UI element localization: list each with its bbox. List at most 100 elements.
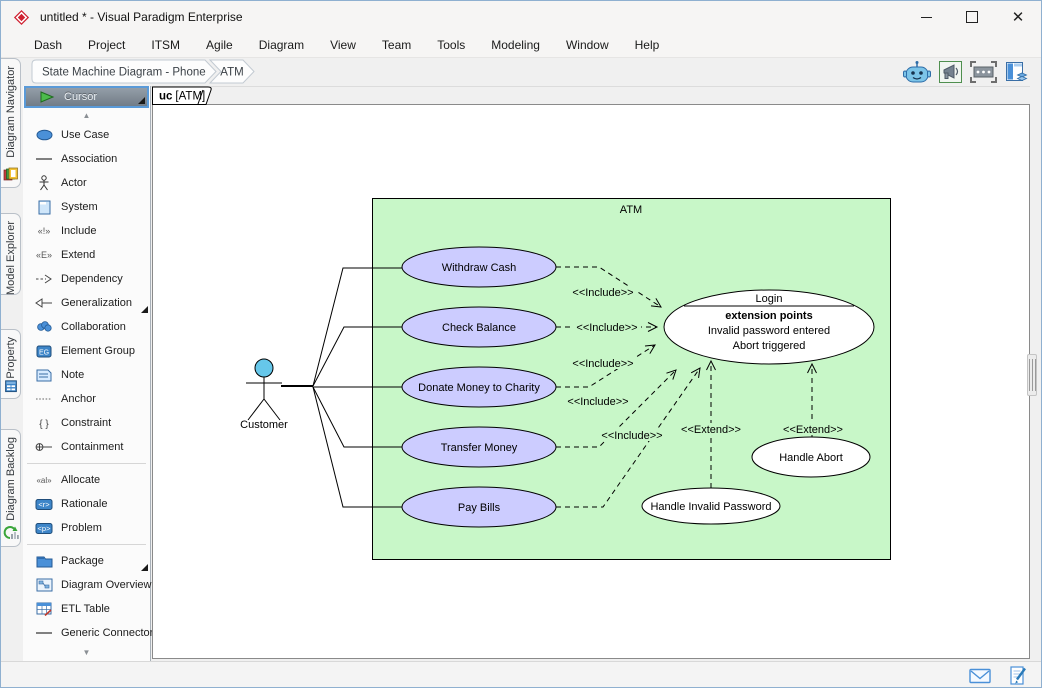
breadcrumb-segment-label[interactable]: State Machine Diagram - Phone: [42, 67, 206, 79]
side-tab-model-explorer[interactable]: Model Explorer: [1, 213, 21, 295]
cursor-icon: [39, 89, 55, 105]
palette-item-extend[interactable]: «E» Extend: [23, 243, 150, 267]
palette-item-allocate[interactable]: «al» Allocate: [23, 468, 150, 492]
palette-item-use-case[interactable]: Use Case: [23, 123, 150, 147]
palette-item-collaboration[interactable]: Collaboration: [23, 315, 150, 339]
element-group-icon: EG: [36, 345, 52, 358]
svg-text:Transfer Money: Transfer Money: [441, 442, 518, 454]
palette-item-actor[interactable]: Actor: [23, 171, 150, 195]
palette-scroll-up[interactable]: ▲: [23, 108, 150, 123]
palette-item-label: Cursor: [64, 91, 97, 103]
diagram-canvas[interactable]: uc[ATM] ATM Customer: [152, 86, 1030, 659]
mail-icon[interactable]: [969, 668, 991, 684]
palette-item-diagram-overview[interactable]: Diagram Overview: [23, 573, 150, 597]
panel-resize-grip[interactable]: [1027, 354, 1037, 396]
menu-item-team[interactable]: Team: [369, 38, 424, 52]
palette-item-constraint[interactable]: { } Constraint: [23, 411, 150, 435]
include-label: <<Include>>: [601, 430, 662, 442]
use-case-handle-abort[interactable]: Handle Abort: [752, 437, 870, 477]
svg-text:Invalid password entered: Invalid password entered: [708, 325, 830, 337]
menu-item-tools[interactable]: Tools: [424, 38, 478, 52]
palette-item-generalization[interactable]: Generalization: [23, 291, 150, 315]
palette-divider: [23, 459, 150, 468]
svg-text:Pay Bills: Pay Bills: [458, 502, 501, 514]
palette-item-include[interactable]: «!» Include: [23, 219, 150, 243]
use-case-login[interactable]: Login extension points Invalid password …: [664, 290, 874, 364]
side-tab-diagram-navigator[interactable]: Diagram Navigator: [1, 58, 21, 188]
palette-item-note[interactable]: Note: [23, 363, 150, 387]
include-icon: «!»: [34, 225, 54, 237]
panel-layout-icon[interactable]: [1005, 61, 1029, 83]
system-icon: [38, 200, 51, 215]
use-case-transfer-money[interactable]: Transfer Money: [402, 427, 556, 467]
palette-item-containment[interactable]: Containment: [23, 435, 150, 459]
svg-text:Login: Login: [756, 293, 783, 305]
palette-scroll-down[interactable]: ▼: [23, 645, 150, 660]
use-case-withdraw-cash[interactable]: Withdraw Cash: [402, 247, 556, 287]
palette-item-package[interactable]: Package: [23, 549, 150, 573]
palette-item-anchor[interactable]: Anchor: [23, 387, 150, 411]
side-tab-label: Property: [5, 337, 17, 379]
use-case-check-balance[interactable]: Check Balance: [402, 307, 556, 347]
package-icon: [36, 554, 53, 568]
svg-text:<r>: <r>: [38, 500, 50, 509]
side-tab-label: Diagram Navigator: [5, 66, 17, 158]
use-case-donate-money[interactable]: Donate Money to Charity: [402, 367, 556, 407]
edit-document-icon[interactable]: [1009, 666, 1027, 685]
diagram-overview-icon: [36, 578, 53, 592]
filmstrip-selection-icon[interactable]: [970, 61, 997, 83]
include-label: <<Include>>: [576, 322, 637, 334]
palette-item-problem[interactable]: <p> Problem: [23, 516, 150, 540]
use-case-handle-invalid-password[interactable]: Handle Invalid Password: [642, 488, 780, 524]
menu-item-window[interactable]: Window: [553, 38, 622, 52]
maximize-button[interactable]: [949, 1, 995, 33]
problem-icon: <p>: [35, 522, 53, 535]
close-button[interactable]: ✕: [995, 1, 1041, 33]
side-tab-property[interactable]: Property: [1, 329, 21, 399]
minimize-button[interactable]: [903, 1, 949, 33]
include-label: <<Include>>: [572, 287, 633, 299]
submenu-corner-icon: [141, 306, 148, 313]
use-case-pay-bills[interactable]: Pay Bills: [402, 487, 556, 527]
diagram-backlog-icon: [3, 525, 19, 541]
palette-divider: [23, 540, 150, 549]
menu-item-help[interactable]: Help: [622, 38, 673, 52]
side-tab-diagram-backlog[interactable]: Diagram Backlog: [1, 429, 21, 547]
svg-text:Check Balance: Check Balance: [442, 322, 516, 334]
diagram-tab-label[interactable]: uc[ATM]: [159, 91, 205, 103]
use-case-icon: [36, 129, 53, 141]
menu-item-modeling[interactable]: Modeling: [478, 38, 553, 52]
announcement-icon[interactable]: [939, 61, 962, 83]
collaboration-icon: [36, 321, 53, 333]
dependency-icon: [35, 273, 53, 285]
app-window: untitled * - Visual Paradigm Enterprise …: [0, 0, 1042, 688]
menu-item-diagram[interactable]: Diagram: [246, 38, 317, 52]
palette-item-association[interactable]: Association: [23, 147, 150, 171]
menu-item-itsm[interactable]: ITSM: [138, 38, 193, 52]
actor-label: Customer: [240, 419, 288, 431]
svg-text:Handle Abort: Handle Abort: [779, 452, 843, 464]
menu-item-project[interactable]: Project: [75, 38, 138, 52]
constraint-icon: { }: [35, 417, 53, 430]
palette-item-system[interactable]: System: [23, 195, 150, 219]
extend-label: <<Extend>>: [681, 424, 741, 436]
menu-bar: Dash Project ITSM Agile Diagram View Tea…: [1, 33, 1041, 58]
svg-text:Withdraw Cash: Withdraw Cash: [442, 262, 517, 274]
palette-item-generic-connector[interactable]: Generic Connector: [23, 621, 150, 645]
menu-item-agile[interactable]: Agile: [193, 38, 246, 52]
include-label: <<Include>>: [572, 358, 633, 370]
extend-icon: «E»: [34, 249, 54, 261]
close-icon: ✕: [1012, 10, 1025, 25]
menu-item-view[interactable]: View: [317, 38, 369, 52]
palette-item-cursor[interactable]: Cursor: [24, 86, 149, 108]
palette-item-dependency[interactable]: Dependency: [23, 267, 150, 291]
assistant-robot-icon[interactable]: [903, 60, 931, 84]
breadcrumb-segment-label[interactable]: ATM: [220, 67, 243, 79]
palette-item-etl-table[interactable]: ETL Table: [23, 597, 150, 621]
palette-item-rationale[interactable]: <r> Rationale: [23, 492, 150, 516]
palette-item-element-group[interactable]: EG Element Group: [23, 339, 150, 363]
menu-item-dash[interactable]: Dash: [21, 38, 75, 52]
diagram-toolbar-palette: Cursor ▲ Use Case Association Actor Syst…: [23, 86, 151, 661]
generalization-icon: [35, 297, 53, 309]
system-boundary-label[interactable]: ATM: [620, 204, 642, 216]
